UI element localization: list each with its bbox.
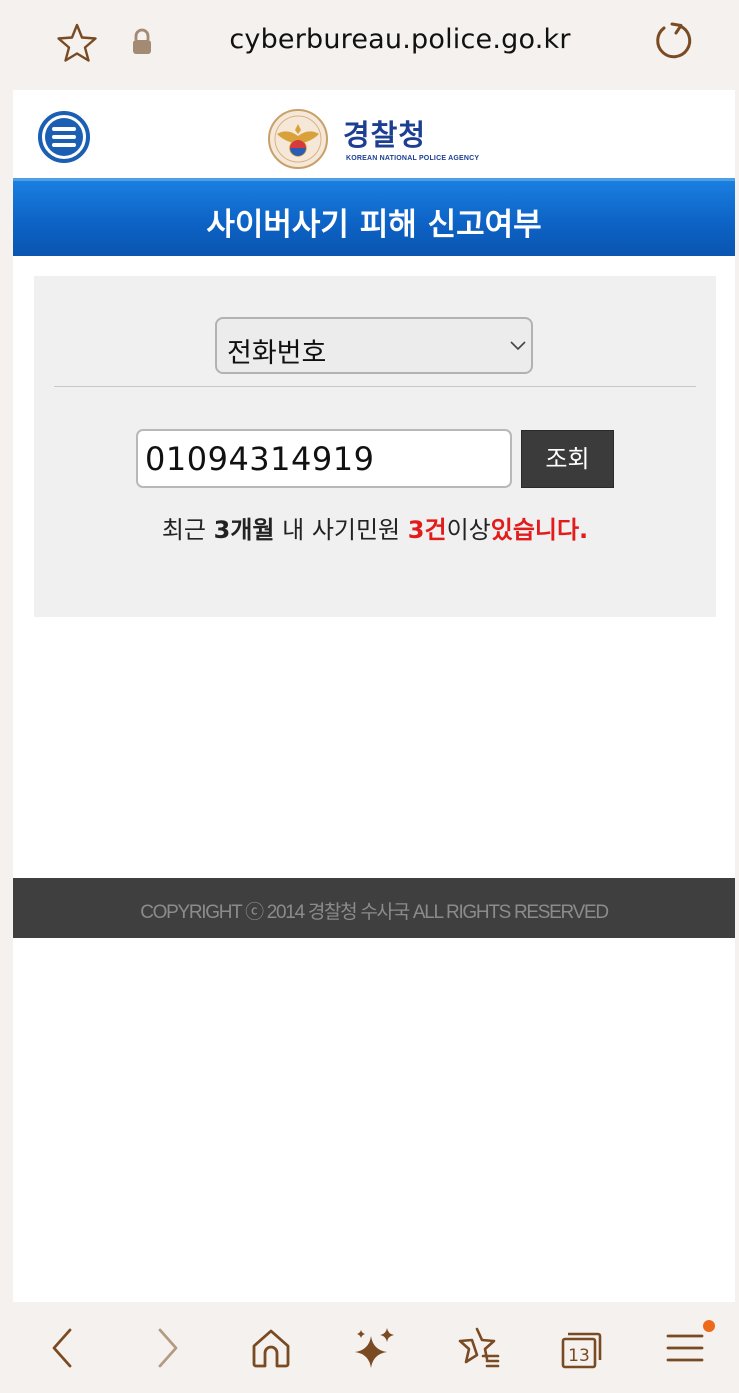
result-message: 최근 3개월 내 사기민원 3건이상있습니다. bbox=[34, 510, 716, 545]
police-emblem-icon bbox=[268, 109, 328, 169]
copyright-text: COPYRIGHT ⓒ 2014 경찰청 수사국 ALL RIGHTS RESE… bbox=[140, 902, 609, 923]
browser-bottom-bar: 13 bbox=[0, 1302, 739, 1393]
home-icon[interactable] bbox=[249, 1326, 293, 1370]
logo-title[interactable]: 경찰청 bbox=[343, 112, 426, 154]
hamburger-menu-icon[interactable] bbox=[37, 110, 91, 164]
reload-icon[interactable] bbox=[650, 20, 694, 64]
chevron-down-icon bbox=[510, 341, 526, 351]
favorite-star-icon[interactable] bbox=[56, 22, 98, 64]
divider bbox=[54, 386, 696, 387]
tabs-icon[interactable]: 13 bbox=[560, 1326, 604, 1370]
search-type-value: 전화번호 bbox=[227, 338, 327, 369]
search-button[interactable]: 조회 bbox=[521, 430, 614, 488]
result-period: 3개월 bbox=[213, 516, 275, 544]
result-prefix: 최근 bbox=[161, 516, 214, 544]
browser-address-bar: cyberbureau.police.go.kr bbox=[0, 0, 739, 90]
result-emphasis: 있습니다. bbox=[490, 516, 589, 544]
site-footer: COPYRIGHT ⓒ 2014 경찰청 수사국 ALL RIGHTS RESE… bbox=[13, 878, 735, 938]
site-header: 경찰청 KOREAN NATIONAL POLICE AGENCY bbox=[13, 90, 735, 178]
page-frame-left bbox=[0, 90, 13, 1302]
lock-icon bbox=[133, 28, 151, 54]
notification-dot bbox=[703, 1320, 715, 1332]
page-frame-right bbox=[735, 90, 739, 1302]
page-title: 사이버사기 피해 신고여부 bbox=[206, 207, 542, 243]
bookmarks-icon[interactable] bbox=[457, 1326, 501, 1370]
sparkle-icon[interactable] bbox=[353, 1326, 397, 1370]
page-banner: 사이버사기 피해 신고여부 bbox=[13, 178, 735, 256]
tab-count: 13 bbox=[568, 1346, 590, 1366]
logo-subtitle: KOREAN NATIONAL POLICE AGENCY bbox=[346, 155, 480, 162]
menu-icon[interactable] bbox=[663, 1326, 707, 1370]
back-icon[interactable] bbox=[40, 1326, 84, 1370]
result-count: 3건 bbox=[407, 516, 447, 544]
result-middle: 내 사기민원 bbox=[274, 516, 408, 544]
forward-icon[interactable] bbox=[146, 1326, 190, 1370]
search-type-select[interactable]: 전화번호 bbox=[215, 317, 533, 374]
url-text[interactable]: cyberbureau.police.go.kr bbox=[160, 24, 640, 55]
search-panel: 전화번호 01094314919 조회 최근 3개월 내 사기민원 3건이상있습… bbox=[34, 276, 716, 617]
result-suffix: 이상 bbox=[446, 516, 491, 544]
phone-number-input[interactable]: 01094314919 bbox=[136, 429, 512, 488]
